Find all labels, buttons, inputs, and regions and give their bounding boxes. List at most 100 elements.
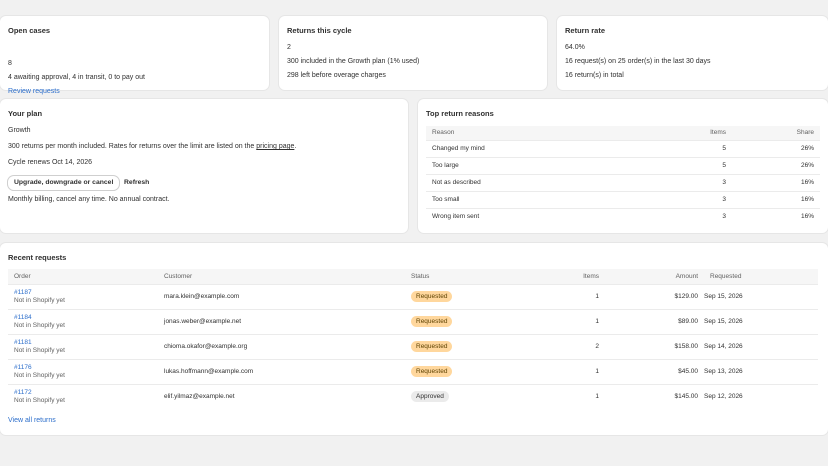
return-rate-card: Return rate 64.0% 16 request(s) on 25 or… <box>557 16 828 90</box>
order-cell: #1181 Not in Shopify yet <box>8 333 164 359</box>
billing-note: Monthly billing, cancel any time. No ann… <box>8 196 170 203</box>
returns-cycle-card: Returns this cycle 2 300 included in the… <box>279 16 547 90</box>
customer-email: jonas.weber@example.net <box>164 308 411 334</box>
order-sync-status: Not in Shopify yet <box>14 322 65 329</box>
order-sync-status: Not in Shopify yet <box>14 297 65 304</box>
reason-items: 3 <box>646 190 726 208</box>
customer-email: chioma.okafor@example.org <box>164 333 411 359</box>
recent-header-row: Order Customer Status Items Amount Reque… <box>8 269 818 284</box>
reason-row: Wrong item sent 3 16% <box>426 207 820 225</box>
plan-description: 300 returns per month included. Rates fo… <box>8 143 296 150</box>
status-badge: Requested <box>411 341 453 352</box>
returns-cycle-value: 2 <box>287 44 291 51</box>
reason-row: Too small 3 16% <box>426 190 820 208</box>
upgrade-downgrade-cancel-button[interactable]: Upgrade, downgrade or cancel <box>8 176 120 190</box>
order-link[interactable]: #1176 <box>14 364 32 371</box>
refresh-button[interactable]: Refresh <box>118 176 155 190</box>
return-reasons-title: Top return reasons <box>426 109 494 118</box>
order-link[interactable]: #1184 <box>14 314 32 321</box>
order-sync-status: Not in Shopify yet <box>14 347 65 354</box>
reason-name: Not as described <box>426 173 646 191</box>
reason-share: 16% <box>726 207 820 225</box>
reason-row: Changed my mind 5 26% <box>426 139 820 157</box>
return-reasons-card: Top return reasons Reason Items Share Ch… <box>418 99 828 233</box>
status-cell: Requested <box>411 333 551 359</box>
table-row: #1184 Not in Shopify yet jonas.weber@exam… <box>8 308 818 334</box>
order-link[interactable]: #1181 <box>14 339 32 346</box>
view-all-returns-link[interactable]: View all returns <box>8 417 56 424</box>
reason-name: Changed my mind <box>426 139 646 157</box>
reason-name: Too small <box>426 190 646 208</box>
status-column-header: Status <box>411 269 551 284</box>
return-rate-title: Return rate <box>565 26 606 35</box>
status-cell: Requested <box>411 358 551 384</box>
order-cell: #1176 Not in Shopify yet <box>8 358 164 384</box>
customer-email: mara.klein@example.com <box>164 283 411 309</box>
recent-requests-card: Recent requests Order Customer Status It… <box>0 243 828 435</box>
order-link[interactable]: #1187 <box>14 289 32 296</box>
items-count: 2 <box>551 333 599 359</box>
requested-date: Sep 13, 2026 <box>698 358 818 384</box>
items-column-header: Items <box>551 269 599 284</box>
reason-share: 16% <box>726 173 820 191</box>
plan-name: Growth <box>8 127 31 134</box>
requested-date: Sep 14, 2026 <box>698 333 818 359</box>
reason-items: 5 <box>646 139 726 157</box>
amount: $129.00 <box>599 283 698 309</box>
review-requests-link[interactable]: Review requests <box>8 88 60 95</box>
return-rate-total: 16 return(s) in total <box>565 72 624 79</box>
items-column-header: Items <box>646 126 726 140</box>
reason-share: 16% <box>726 190 820 208</box>
requested-date: Sep 15, 2026 <box>698 283 818 309</box>
status-cell: Approved <box>411 383 551 409</box>
recent-requests-table: Order Customer Status Items Amount Reque… <box>8 269 818 409</box>
returns-cycle-included: 300 included in the Growth plan (1% used… <box>287 58 420 65</box>
return-reasons-table: Reason Items Share Changed my mind 5 26% T… <box>426 126 820 225</box>
requested-date: Sep 15, 2026 <box>698 308 818 334</box>
reason-name: Wrong item sent <box>426 207 646 225</box>
order-column-header: Order <box>8 269 164 284</box>
pricing-page-link[interactable]: pricing page <box>256 143 294 150</box>
order-sync-status: Not in Shopify yet <box>14 372 65 379</box>
recent-requests-title: Recent requests <box>8 253 67 262</box>
table-row: #1176 Not in Shopify yet lukas.hoffmann@e… <box>8 358 818 384</box>
items-count: 1 <box>551 308 599 334</box>
table-row: #1181 Not in Shopify yet chioma.okafor@ex… <box>8 333 818 359</box>
reason-column-header: Reason <box>426 126 646 140</box>
table-row: #1187 Not in Shopify yet mara.klein@examp… <box>8 283 818 309</box>
reason-items: 3 <box>646 207 726 225</box>
status-cell: Requested <box>411 308 551 334</box>
table-row: #1172 Not in Shopify yet elif.yilmaz@exam… <box>8 383 818 409</box>
returns-cycle-title: Returns this cycle <box>287 26 352 35</box>
order-cell: #1172 Not in Shopify yet <box>8 383 164 409</box>
order-link[interactable]: #1172 <box>14 389 32 396</box>
amount: $89.00 <box>599 308 698 334</box>
plan-title: Your plan <box>8 109 43 118</box>
customer-email: elif.yilmaz@example.net <box>164 383 411 409</box>
requested-date: Sep 12, 2026 <box>698 383 818 409</box>
reasons-header-row: Reason Items Share <box>426 126 820 140</box>
order-cell: #1187 Not in Shopify yet <box>8 283 164 309</box>
open-cases-title: Open cases <box>8 26 51 35</box>
plan-description-text: 300 returns per month included. Rates fo… <box>8 143 257 150</box>
reason-row: Not as described 3 16% <box>426 173 820 191</box>
share-column-header: Share <box>726 126 820 140</box>
items-count: 1 <box>551 283 599 309</box>
reason-row: Too large 5 26% <box>426 156 820 174</box>
amount: $158.00 <box>599 333 698 359</box>
reason-share: 26% <box>726 156 820 174</box>
order-sync-status: Not in Shopify yet <box>14 397 65 405</box>
open-cases-value: 8 <box>8 60 12 67</box>
amount: $145.00 <box>599 383 698 409</box>
plan-description-end: . <box>294 143 297 150</box>
return-rate-detail: 16 request(s) on 25 order(s) in the last… <box>565 58 711 65</box>
requested-column-header: Requested <box>698 269 818 284</box>
reason-name: Too large <box>426 156 646 174</box>
customer-column-header: Customer <box>164 269 411 284</box>
open-cases-card: Open cases 8 4 awaiting approval, 4 in t… <box>0 16 269 95</box>
status-cell: Requested <box>411 283 551 309</box>
items-count: 1 <box>551 358 599 384</box>
reason-items: 5 <box>646 156 726 174</box>
reason-items: 3 <box>646 173 726 191</box>
amount-column-header: Amount <box>599 269 698 284</box>
